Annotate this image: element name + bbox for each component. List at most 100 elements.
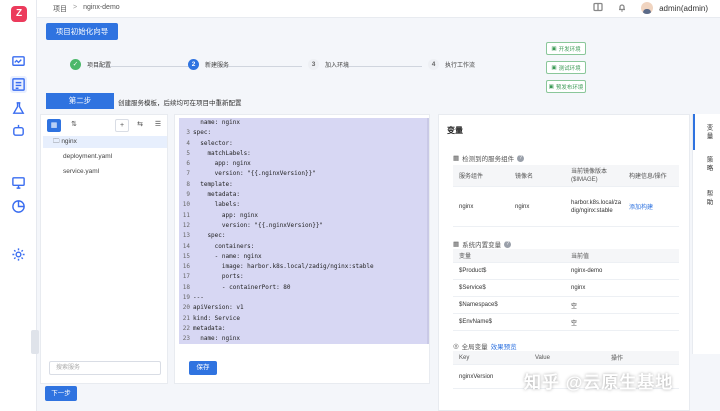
flask-icon[interactable] [10,100,27,117]
code-line: 11 app: nginx [179,211,429,221]
help-icon[interactable]: ? [517,154,525,162]
line-number: 17 [182,273,190,281]
left-nav: Z [0,0,39,411]
settings-icon[interactable] [10,246,27,263]
code-text: metadata: [193,191,240,199]
column-header: Value [535,354,550,361]
code-text: spec: [193,232,226,240]
sidebar-collapse-handle[interactable] [31,330,39,354]
line-number: 5 [186,149,190,157]
tab-strategy[interactable]: 策略 [703,156,713,173]
table-row: $Service$ nginx [453,280,679,297]
table-header: 服务组件 镜像名 当前镜像版本 ($IMAGE) 构建信息/操作 [453,165,679,187]
sort-icon[interactable]: ⇅ [67,119,81,132]
line-number: 16 [182,263,190,271]
tab-help[interactable]: 帮助 [703,190,713,207]
add-build-link[interactable]: 添加构建 [623,202,679,211]
code-text: - name: nginx [193,252,262,260]
menu-icon[interactable]: ☰ [151,119,165,132]
projects-icon[interactable] [10,76,27,93]
code-line: 3 spec: [179,128,429,138]
line-number: 6 [186,160,190,168]
add-service-button[interactable]: + [115,119,129,132]
step-label: 加入环境 [325,63,350,69]
table-header: 变量 当前值 [453,249,679,263]
pie-chart-icon[interactable] [10,198,27,215]
breadcrumb-root[interactable]: 项目 [53,4,67,14]
table-header: Key Value 操作 [453,351,679,365]
step-label: 新建服务 [205,63,230,69]
table-row: $Product$ nginx-demo [453,263,679,280]
bell-icon[interactable] [617,2,627,14]
step-number: 4 [428,59,439,70]
code-text: name: nginx [193,119,240,126]
service-search-input[interactable]: 搜索服务 [49,361,161,375]
file-item[interactable]: deployment.yaml [43,151,167,163]
line-number: 8 [186,180,190,188]
service-file-panel: ▦ ⇅ + ⇆ ☰ 🗀 nginx deployment.yaml servic… [40,114,168,384]
column-header: Key [459,354,470,361]
project-init-wizard-button[interactable]: 项目初始化向导 [46,23,118,40]
file-view-button[interactable]: ▦ [47,119,61,132]
active-tab-indicator [693,114,695,150]
editor-scrollbar[interactable] [427,118,429,344]
save-button[interactable]: 保存 [189,361,217,375]
step-check-icon: ✓ [70,59,81,70]
preview-link[interactable]: 效果预览 [491,341,517,351]
variable-value: 空 [571,303,578,310]
line-number: 23 [182,335,190,343]
code-text: kind: Service [193,314,240,322]
robot-icon[interactable] [10,122,27,139]
tab-variables[interactable]: 变量 [703,124,713,141]
code-text: spec: [193,129,212,137]
top-right-actions: admin(admin) [593,2,708,14]
env-test[interactable]: ▣ 测试环境 [546,61,586,74]
system-variables-title: ▦ 系统内置变量 ? [453,239,512,249]
table-row: nginx nginx harbor.k8s.local/zadig/nginx… [453,187,679,227]
avatar [641,2,654,14]
step-connector [342,66,422,67]
line-number: 19 [182,294,190,302]
yaml-editor-panel: name: nginx 3 spec: 4 selector: 5 matchLabel… [174,114,430,384]
variable-key: $Namespace$ [459,302,498,308]
folder-nginx[interactable]: 🗀 nginx [43,136,167,148]
monitor-icon[interactable] [10,53,27,70]
variables-title: 变量 [447,126,463,135]
code-line: 15 - name: nginx [179,252,429,262]
file-item[interactable]: service.yaml [43,166,167,178]
code-line: 9 metadata: [179,190,429,200]
watermark: 知乎 @云原生基地 [524,373,674,392]
code-text: image: harbor.k8s.local/zadig/nginx:stab… [193,263,374,271]
env-dev[interactable]: ▣ 开发环境 [546,42,586,55]
user-name: admin(admin) [659,3,708,13]
line-number: 13 [182,232,190,240]
code-line: 12 version: "{{.nginxVersion}}" [179,221,429,231]
code-line: 13 spec: [179,231,429,241]
docs-icon[interactable] [593,2,603,14]
sync-icon[interactable]: ⇆ [133,119,147,132]
code-text: version: "{{.nginxVersion}}" [193,170,316,178]
column-header: 构建信息/操作 [629,174,667,180]
display-icon[interactable] [10,174,27,191]
code-line: 10 labels: [179,200,429,210]
section-label: 系统内置变量 [462,242,502,249]
app-logo[interactable]: Z [11,6,27,22]
top-bar: 项目 > nginx-demo admin(admin) [37,0,720,18]
line-number: 22 [182,324,190,332]
step-label: 执行工作流 [445,63,476,69]
code-text: matchLabels: [193,149,251,157]
global-variables-title: ◎ 全局变量 效果预览 [453,341,517,351]
env-label: 开发环境 [558,46,581,53]
next-step-button[interactable]: 下一步 [45,386,77,401]
yaml-code-area[interactable]: name: nginx 3 spec: 4 selector: 5 matchLabel… [179,118,429,344]
line-number: 12 [182,221,190,229]
line-number: 18 [182,283,190,291]
user-menu[interactable]: admin(admin) [641,2,708,14]
help-icon[interactable]: ? [504,240,512,248]
code-text: template: [193,180,233,188]
app-root: Z 项目 > nginx-demo admin(admin) 项目初始化向导 ✓… [0,0,720,411]
env-staging[interactable]: ▣ 预发布环境 [546,80,586,93]
column-header: 镜像名 [515,174,534,180]
env-icon: ▣ [551,64,557,71]
section-label: 检测到的服务组件 [462,156,515,163]
